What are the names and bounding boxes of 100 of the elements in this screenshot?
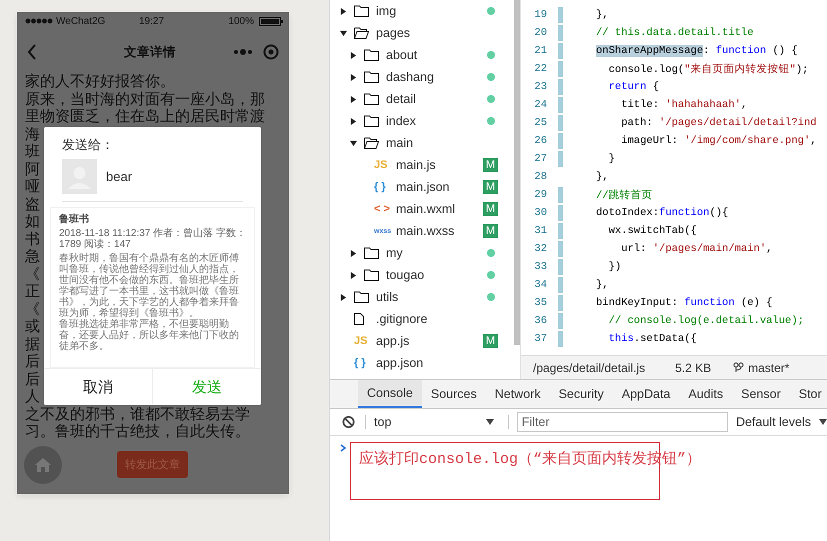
line-number: 34 [533,279,547,291]
preview-meta: 2018-11-18 11:12:37 作者：曾山落 字数：1789 阅读：147 [59,228,246,250]
code-line: // console.log(e.detail.value); [608,315,804,327]
expand-arrow-icon[interactable] [350,140,357,146]
line-number: 27 [533,153,547,165]
filter-field[interactable]: Filter [516,412,728,432]
devtools-tab[interactable]: Security [550,380,613,408]
file-tree-item[interactable]: pages [330,22,514,44]
code-line: }, [596,171,609,183]
devtools-tab[interactable]: Sensor [732,380,790,408]
file-tree-item[interactable]: detail [330,88,514,110]
file-name: utils [376,290,398,304]
folder-icon [364,269,379,281]
article-text: 海 [25,126,40,144]
file-tree-item[interactable]: { } main.json M [330,176,514,198]
article-text: 如 [25,214,40,232]
modified-badge: M [482,334,498,348]
file-name: my [386,246,403,260]
file-tree-item[interactable]: .gitignore [330,308,514,330]
file-type-icon: JS [354,335,368,347]
open-folder-icon [354,27,369,39]
article-text: 据 [25,336,40,354]
dialog-heading: 发送给： [61,136,115,154]
file-tree-item[interactable]: about [330,44,514,66]
log-levels-dropdown[interactable]: Default levels [736,409,827,435]
file-tree-item[interactable]: < > main.wxml M [330,198,514,220]
code-line: }, [596,279,609,291]
file-name: about [386,48,418,62]
code-line: wx.switchTab({ [608,225,697,237]
folder-icon [364,115,379,127]
line-number: 26 [533,135,547,147]
expand-arrow-icon[interactable] [350,272,357,278]
line-number: 24 [533,99,547,111]
carrier-name: WeChat2G [56,16,106,26]
devtools-tab[interactable]: Stor [790,380,827,408]
line-number: 37 [533,333,547,345]
expand-arrow-icon[interactable] [350,74,357,80]
code-line: //跳转首页 [596,188,653,202]
file-path: /pages/detail/detail.js [533,360,646,374]
scrollbar-thumb[interactable] [514,0,520,345]
code-line: return { [608,81,660,93]
more-icon[interactable] [233,48,253,56]
code-line: this.setData({ [608,333,697,345]
article-text: 后 [25,354,40,372]
code-line: onShareAppMessage: function () { [596,45,798,57]
devtools-tab[interactable]: Sources [422,380,486,408]
expand-arrow-icon[interactable] [350,250,357,256]
battery-percent: 100% [228,16,254,26]
line-number: 29 [533,189,547,201]
file-name: main.wxss [396,224,454,238]
expand-arrow-icon[interactable] [340,8,347,14]
back-icon[interactable] [27,44,37,60]
file-tree-item[interactable]: dashang [330,66,514,88]
signal-icon [25,18,53,24]
code-line: bindKeyInput: function (e) { [596,297,772,309]
recipient-name: bear [106,169,132,184]
expand-arrow-icon[interactable] [340,30,347,36]
caret-icon [486,419,494,425]
article-text: 后 [25,372,40,389]
expand-arrow-icon[interactable] [340,294,347,300]
file-tree-item[interactable]: index [330,110,514,132]
file-tree-item[interactable]: { } app.json [330,352,514,374]
expand-arrow-icon[interactable] [350,96,357,102]
devtools-tab[interactable]: Console [358,380,422,408]
article-text: 之不及的邪书，谁都不敢轻易去学 [25,406,250,424]
devtools-tab[interactable]: Network [486,380,550,408]
file-tree-item[interactable]: main [330,132,514,154]
file-name: pages [376,26,410,40]
expand-arrow-icon[interactable] [350,52,357,58]
line-number: 32 [533,243,547,255]
file-tree-item[interactable]: tougao [330,264,514,286]
home-icon [34,456,52,472]
file-tree-item[interactable]: my [330,242,514,264]
git-branch[interactable]: master* [748,360,790,374]
context-select[interactable]: top [374,409,504,435]
modified-badge: M [482,180,498,194]
devtools-tab[interactable]: AppData [612,380,680,408]
expand-arrow-icon[interactable] [350,118,357,124]
close-target-icon[interactable] [263,44,279,60]
battery-icon [259,16,283,26]
folder-icon [364,247,379,259]
article-text: 盗 [25,196,40,214]
file-tree-item[interactable]: JS app.js M [330,330,514,352]
article-text: 《 [25,302,40,318]
devtools-tab[interactable]: Audits [679,380,732,408]
code-line: path: '/pages/detail/detail?ind [620,117,817,129]
file-icon [354,313,364,325]
file-tree-item[interactable]: utils [330,286,514,308]
file-name: dashang [386,70,434,84]
folder-icon [354,5,369,17]
file-name: img [376,4,396,18]
file-name: main.json [396,180,450,194]
article-text: 家的人不好好报答你。 [25,74,175,92]
clear-console-icon[interactable] [342,415,356,429]
file-tree-item[interactable]: img [330,0,514,22]
file-size: 5.2 KB [675,360,712,374]
file-tree-item[interactable]: JS main.js M [330,154,514,176]
code-line: console.log("来自页面内转发按钮"); [608,62,808,76]
modified-badge: M [482,202,498,216]
article-text: 书 [25,232,40,248]
